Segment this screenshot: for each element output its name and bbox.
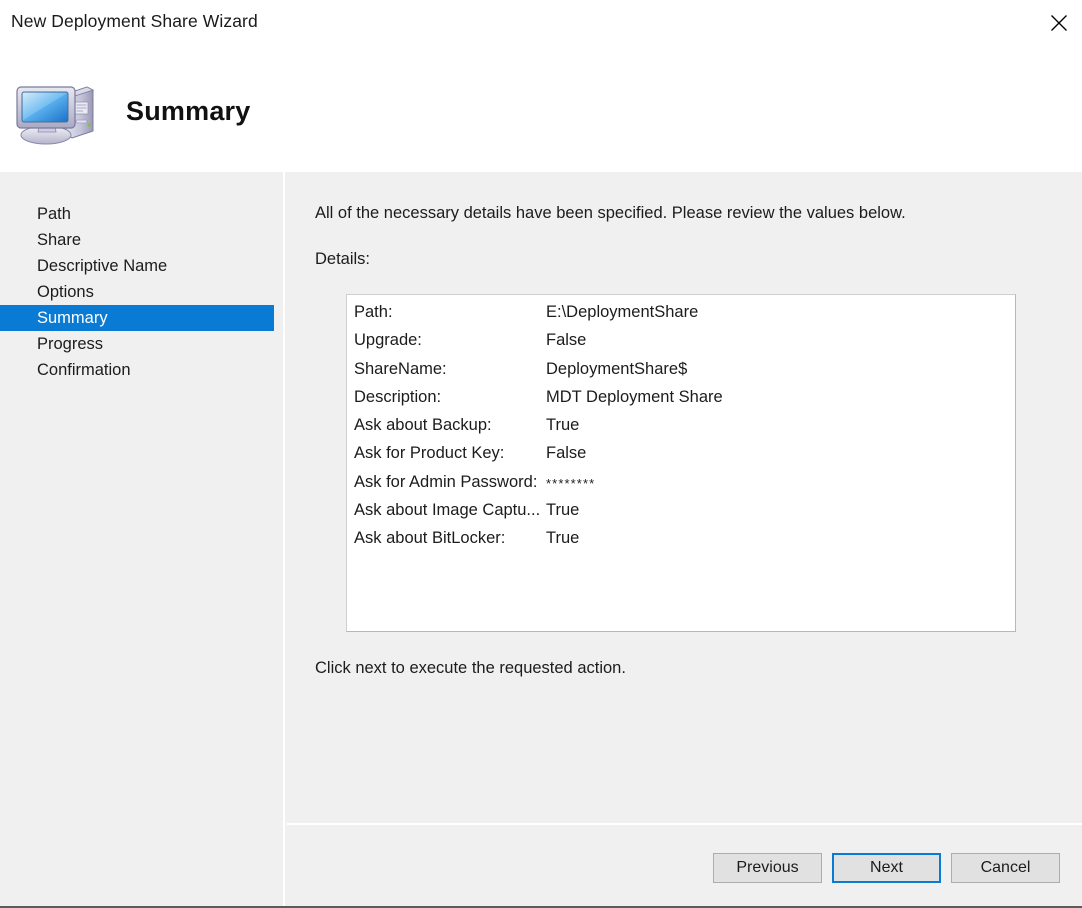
wizard-window: New Deployment Share Wizard [0, 0, 1082, 908]
previous-button[interactable]: Previous [713, 853, 822, 883]
sidebar-item-options[interactable]: Options [0, 279, 285, 305]
wizard-body: Path Share Descriptive Name Options Summ… [0, 172, 1082, 906]
detail-key: ShareName: [354, 360, 550, 379]
wizard-step-sidebar: Path Share Descriptive Name Options Summ… [0, 172, 285, 906]
sidebar-item-summary[interactable]: Summary [0, 305, 274, 331]
wizard-footer: Previous Next Cancel [287, 825, 1082, 906]
details-rows: Path: E:\DeploymentShare Upgrade: False … [347, 295, 1015, 558]
wizard-content: All of the necessary details have been s… [287, 172, 1082, 906]
action-hint-text: Click next to execute the requested acti… [315, 659, 626, 678]
detail-value: E:\DeploymentShare [546, 303, 698, 322]
sidebar-item-descriptive-name[interactable]: Descriptive Name [0, 253, 285, 279]
detail-value: MDT Deployment Share [546, 388, 723, 407]
sidebar-item-progress[interactable]: Progress [0, 331, 285, 357]
detail-value: True [546, 501, 579, 520]
next-button[interactable]: Next [832, 853, 941, 883]
detail-key: Ask about Backup: [354, 416, 550, 435]
sidebar-item-confirmation[interactable]: Confirmation [0, 357, 285, 383]
detail-value: DeploymentShare$ [546, 360, 687, 379]
detail-key: Ask about BitLocker: [354, 529, 550, 548]
close-icon [1050, 14, 1068, 32]
detail-value: True [546, 529, 579, 548]
table-row: ShareName: DeploymentShare$ [347, 360, 1015, 388]
detail-value-masked: ******** [546, 476, 595, 491]
table-row: Description: MDT Deployment Share [347, 388, 1015, 416]
step-list: Path Share Descriptive Name Options Summ… [0, 201, 285, 383]
table-row: Ask about BitLocker: True [347, 529, 1015, 557]
detail-key: Upgrade: [354, 331, 550, 350]
table-row: Upgrade: False [347, 331, 1015, 359]
table-row: Ask for Admin Password: ******** [347, 473, 1015, 501]
table-row: Ask about Backup: True [347, 416, 1015, 444]
close-button[interactable] [1036, 0, 1082, 46]
detail-value: True [546, 416, 579, 435]
window-title: New Deployment Share Wizard [11, 11, 258, 32]
sidebar-item-path[interactable]: Path [0, 201, 285, 227]
detail-key: Ask for Product Key: [354, 444, 550, 463]
detail-key: Path: [354, 303, 550, 322]
table-row: Path: E:\DeploymentShare [347, 303, 1015, 331]
detail-key: Description: [354, 388, 550, 407]
wizard-header: Summary [0, 46, 1082, 172]
cancel-button[interactable]: Cancel [951, 853, 1060, 883]
detail-key: Ask about Image Captu... [354, 501, 550, 520]
intro-text: All of the necessary details have been s… [315, 204, 906, 223]
table-row: Ask about Image Captu... True [347, 501, 1015, 529]
details-listbox[interactable]: Path: E:\DeploymentShare Upgrade: False … [346, 294, 1016, 632]
button-row: Previous Next Cancel [713, 853, 1060, 883]
table-row: Ask for Product Key: False [347, 444, 1015, 472]
title-bar: New Deployment Share Wizard [0, 0, 1082, 46]
detail-key: Ask for Admin Password: [354, 473, 550, 492]
sidebar-item-share[interactable]: Share [0, 227, 285, 253]
page-title: Summary [126, 96, 250, 127]
detail-value: False [546, 444, 586, 463]
details-label: Details: [315, 250, 370, 269]
detail-value: False [546, 331, 586, 350]
computer-monitor-icon [14, 78, 100, 148]
